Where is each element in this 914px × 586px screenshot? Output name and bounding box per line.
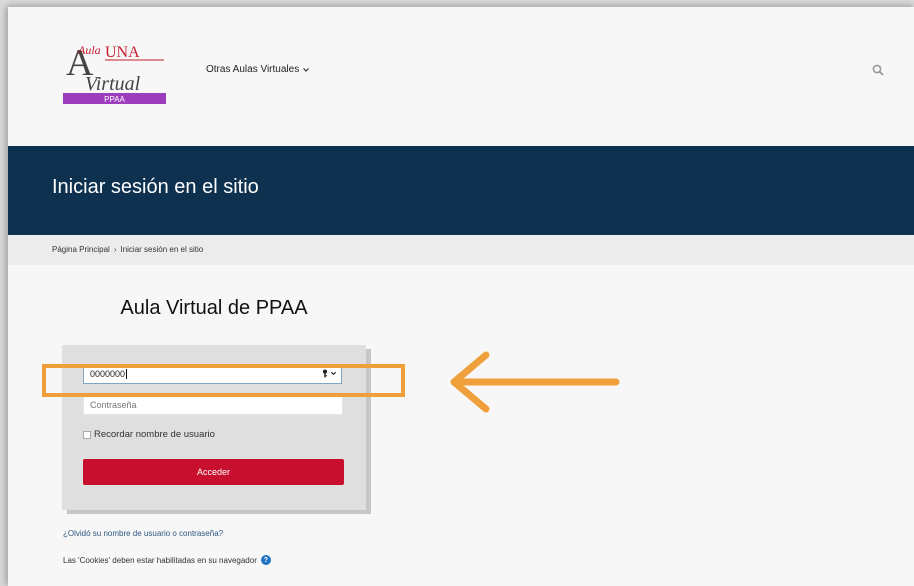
login-button[interactable]: Acceder [83,459,344,485]
page-title: Iniciar sesión en el sitio [52,176,259,198]
login-site-name: Aula Virtual de PPAA [120,297,308,319]
login-button-label: Acceder [196,467,231,477]
remember-username[interactable]: Recordar nombre de usuario [83,429,215,440]
logo-line1: Aula [77,43,101,57]
remember-checkbox[interactable] [83,430,91,439]
logo-badge-text: PPAA [104,95,125,104]
annotation-highlight-box [42,364,405,397]
cookies-text: Las 'Cookies' deben estar habilitadas en… [63,555,257,565]
password-placeholder: Contraseña [90,400,137,410]
breadcrumb-current: Iniciar sesión en el sitio [120,245,204,254]
password-input[interactable]: Contraseña [83,395,343,415]
cookies-notice: Las 'Cookies' deben estar habilitadas en… [63,555,271,565]
other-classrooms-menu[interactable]: Otras Aulas Virtuales [206,64,310,75]
browser-window: A Aula UNA Virtual PPAA Otras Aulas Virt… [8,7,914,586]
breadcrumb-home-link[interactable]: Página Principal [52,245,110,254]
remember-label: Recordar nombre de usuario [94,429,215,440]
logo-brand: UNA [105,44,140,61]
forgot-credentials-link[interactable]: ¿Olvidó su nombre de usuario o contraseñ… [63,529,223,538]
other-classrooms-label: Otras Aulas Virtuales [206,64,300,75]
logo-line2: Virtual [85,73,141,95]
chevron-down-icon [303,67,310,72]
page-banner: Iniciar sesión en el sitio [8,146,914,235]
breadcrumb-separator: › [113,245,117,254]
breadcrumb: Página Principal › Iniciar sesión en el … [8,235,914,265]
site-header: A Aula UNA Virtual PPAA Otras Aulas Virt… [8,7,914,146]
help-icon[interactable]: ? [260,555,271,565]
arrow-left-icon [450,351,620,413]
site-logo[interactable]: A Aula UNA Virtual PPAA [63,37,166,104]
search-icon[interactable] [872,64,884,76]
